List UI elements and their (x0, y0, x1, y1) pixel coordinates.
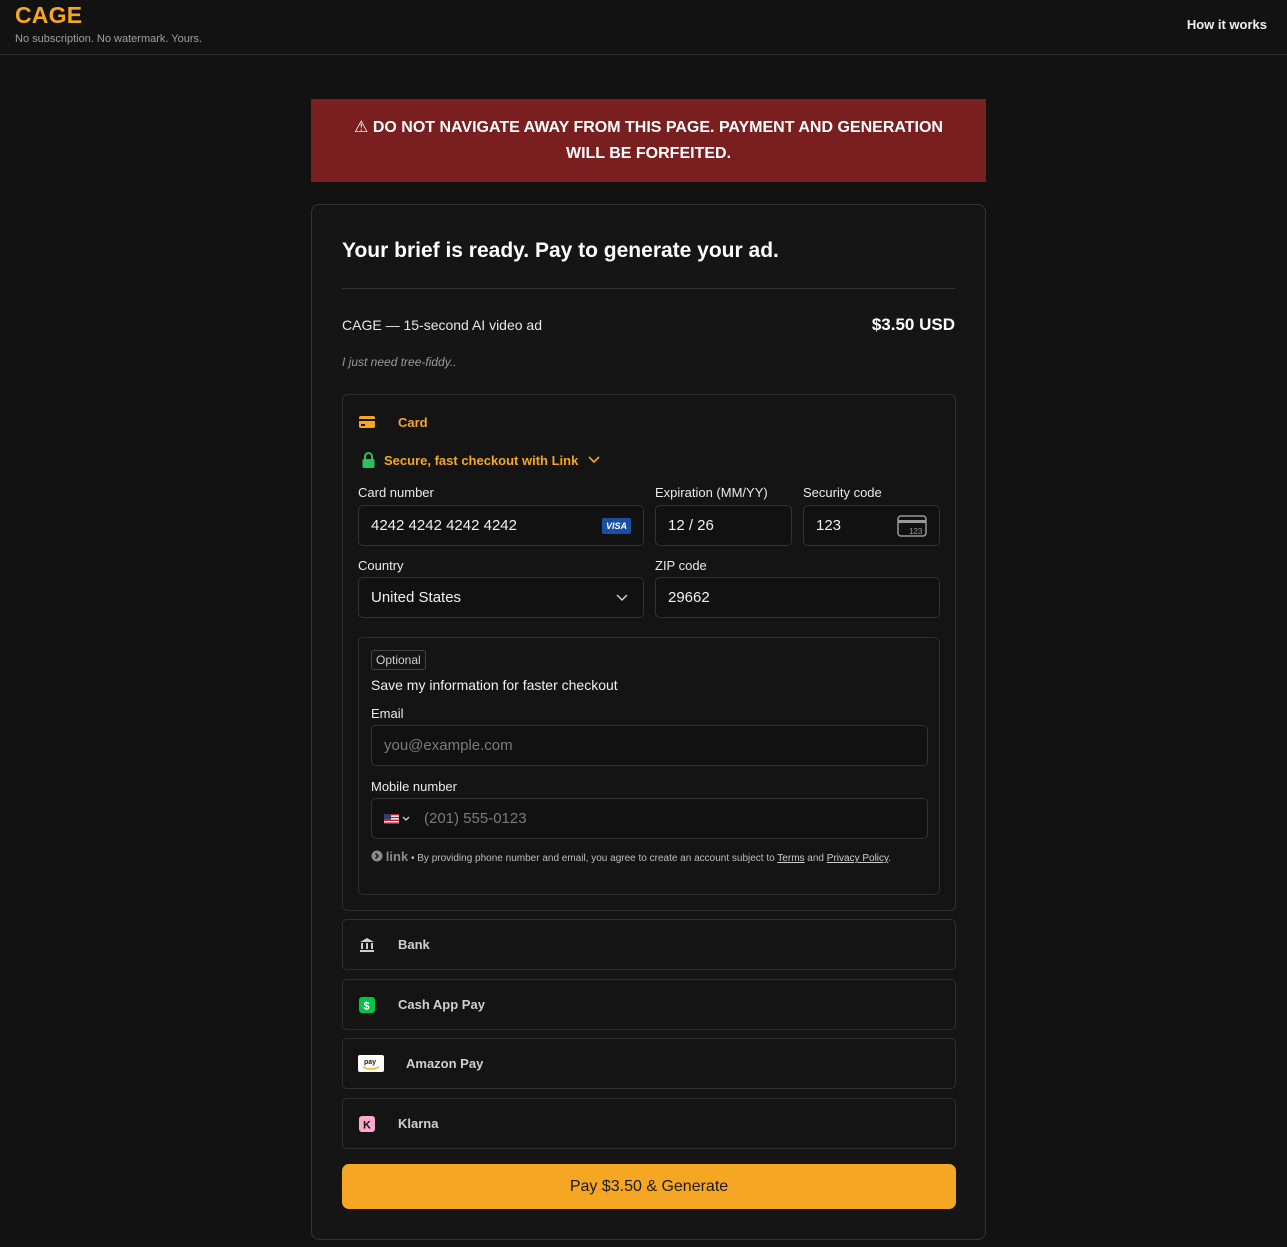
cvc-card-icon: 123 (897, 514, 927, 537)
expiration-value: 12 / 26 (668, 517, 714, 534)
zip-input[interactable]: 29662 (655, 577, 940, 618)
credit-card-icon (358, 413, 376, 431)
brand-title[interactable]: CAGE (15, 2, 82, 29)
price: $3.50 USD (871, 315, 955, 334)
expiration-label: Expiration (MM/YY) (655, 485, 768, 500)
bank-icon (358, 936, 376, 954)
link-logo-text: link (385, 849, 409, 864)
link-legal-text: link • By providing phone number and ema… (371, 848, 927, 867)
link-checkout-toggle[interactable]: Secure, fast checkout with Link (359, 451, 603, 469)
link-checkout-label: Secure, fast checkout with Link (384, 452, 579, 468)
card-number-label: Card number (358, 485, 434, 500)
security-code-value: 123 (816, 517, 842, 534)
optional-badge: Optional (371, 650, 426, 670)
mobile-label: Mobile number (371, 779, 457, 794)
method-label: Amazon Pay (406, 1056, 484, 1071)
card-payment-panel: Card Secure, fast checkout with Link Car… (342, 394, 956, 911)
svg-text:123: 123 (909, 527, 923, 536)
method-label: Klarna (398, 1116, 439, 1131)
terms-link[interactable]: Terms (777, 853, 804, 864)
top-header: CAGE No subscription. No watermark. Your… (0, 0, 1287, 55)
how-it-works-link[interactable]: How it works (1187, 17, 1267, 32)
tab-card[interactable]: Card (358, 413, 428, 431)
security-code-label: Security code (803, 485, 882, 500)
divider (342, 288, 955, 289)
save-info-text: Save my information for faster checkout (371, 677, 618, 693)
method-label: Bank (398, 937, 430, 952)
legal-prefix: • By providing phone number and email, y… (408, 853, 778, 864)
checkout-title: Your brief is ready. Pay to generate you… (342, 239, 779, 262)
klarna-icon: K (358, 1115, 376, 1133)
method-bank[interactable]: Bank (342, 919, 956, 970)
cash-app-icon: $ (358, 996, 376, 1014)
privacy-policy-link[interactable]: Privacy Policy (827, 853, 889, 864)
legal-and: and (804, 853, 827, 864)
svg-text:$: $ (364, 1000, 370, 1012)
card-number-value: 4242 4242 4242 4242 (371, 517, 517, 534)
link-logo-icon (371, 850, 386, 864)
method-label: Cash App Pay (398, 997, 485, 1012)
country-value: United States (371, 589, 462, 606)
method-cash-app[interactable]: $ Cash App Pay (342, 979, 956, 1030)
country-select[interactable]: United States (358, 577, 644, 618)
svg-text:pay: pay (364, 1059, 376, 1066)
link-signup-section: Optional Save my information for faster … (358, 637, 940, 895)
country-label: Country (358, 558, 404, 573)
price-note: I just need tree-fiddy.. (342, 355, 457, 369)
method-klarna[interactable]: K Klarna (342, 1098, 956, 1149)
method-amazon-pay[interactable]: pay Amazon Pay (342, 1038, 956, 1089)
tab-card-label: Card (398, 414, 428, 430)
email-input[interactable]: you@example.com (371, 725, 928, 766)
visa-icon: VISA (601, 517, 631, 534)
us-flag-icon[interactable] (384, 810, 414, 828)
email-placeholder: you@example.com (384, 737, 513, 754)
product-name: CAGE — 15-second AI video ad (342, 317, 542, 333)
pay-and-generate-button[interactable]: Pay $3.50 & Generate (342, 1164, 956, 1209)
chevron-down-icon (613, 589, 631, 607)
security-code-input[interactable]: 123 123 (803, 505, 940, 546)
zip-value: 29662 (668, 589, 710, 606)
email-label: Email (371, 706, 404, 721)
lock-icon (359, 451, 377, 469)
mobile-input[interactable]: (201) 555-0123 (371, 798, 928, 839)
legal-suffix: . (888, 853, 892, 864)
checkout-card: Your brief is ready. Pay to generate you… (311, 204, 986, 1240)
warning-banner: ⚠ DO NOT NAVIGATE AWAY FROM THIS PAGE. P… (311, 99, 986, 182)
expiration-input[interactable]: 12 / 26 (655, 505, 792, 546)
svg-text:K: K (363, 1119, 371, 1131)
mobile-placeholder: (201) 555-0123 (424, 810, 527, 827)
chevron-down-icon (585, 451, 603, 469)
brand-tagline: No subscription. No watermark. Yours. (15, 33, 203, 45)
amazon-pay-icon: pay (358, 1055, 384, 1073)
zip-label: ZIP code (655, 558, 707, 573)
card-number-input[interactable]: 4242 4242 4242 4242 VISA (358, 505, 644, 546)
